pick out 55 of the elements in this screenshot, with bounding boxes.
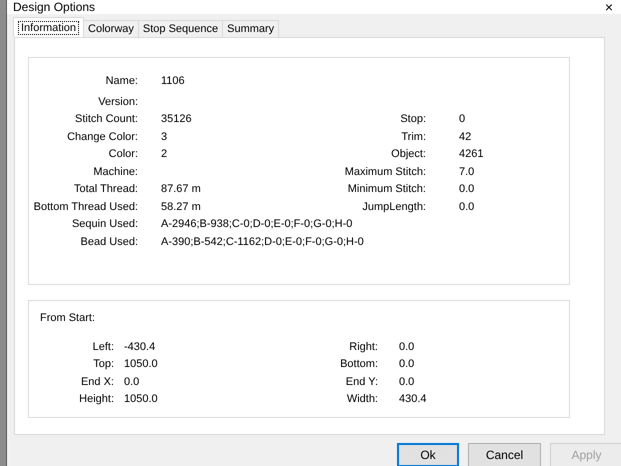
- field-value: 0: [458, 113, 466, 126]
- window-title: Design Options: [12, 1, 96, 14]
- field-value: 0.0: [398, 376, 414, 388]
- field-value: -430.4: [123, 340, 156, 353]
- field-value: 4261: [458, 148, 484, 160]
- field-label: Top:: [92, 358, 114, 370]
- field-label: Name:: [104, 75, 138, 87]
- field-label: Machine:: [92, 166, 138, 178]
- field-value: 87.67 m: [160, 183, 202, 196]
- group-title: From Start:: [39, 312, 96, 324]
- field-label: Change Color:: [66, 130, 138, 143]
- field-value: 35126: [160, 113, 193, 126]
- field-value: 1106: [160, 75, 185, 87]
- field-label: JumpLength:: [361, 200, 426, 213]
- field-value: 430.4: [398, 393, 427, 406]
- field-value: 7.0: [458, 166, 474, 178]
- field-label: End X:: [80, 376, 114, 388]
- field-label: End Y:: [344, 376, 378, 388]
- field-value: 0.0: [398, 340, 414, 353]
- dialog-button[interactable]: Cancel: [468, 443, 541, 466]
- field-label: Version:: [97, 96, 138, 108]
- field-value: 0.0: [123, 376, 140, 388]
- field-label: Total Thread:: [72, 183, 138, 196]
- field-label: Right:: [348, 340, 378, 353]
- field-value: 0.0: [458, 200, 474, 213]
- field-label: Bead Used:: [80, 236, 138, 248]
- field-label: Maximum Stitch:: [344, 166, 426, 178]
- field-value: 2: [160, 148, 168, 160]
- field-label: Bottom Thread Used:: [32, 200, 138, 213]
- field-label: Trim:: [400, 130, 426, 143]
- field-value: 0.0: [398, 358, 414, 370]
- field-value: 42: [458, 130, 472, 143]
- field-label: Height:: [78, 393, 114, 406]
- tab[interactable]: Colorway: [83, 20, 139, 37]
- tab[interactable]: Stop Sequence: [138, 20, 224, 37]
- close-button[interactable]: ×: [604, 0, 621, 14]
- tab[interactable]: Summary: [222, 20, 280, 37]
- field-label: Color:: [108, 148, 138, 160]
- field-value: 1050.0: [123, 393, 159, 406]
- field-value: 1050.0: [123, 358, 159, 370]
- dialog-button[interactable]: Ok: [397, 443, 459, 466]
- tab[interactable]: Information: [13, 17, 84, 37]
- field-label: Bottom:: [339, 358, 378, 370]
- field-label: Stitch Count:: [74, 113, 138, 126]
- field-value: 58.27 m: [160, 200, 202, 213]
- field-label: Sequin Used:: [70, 218, 138, 230]
- field-label: Object:: [390, 148, 426, 160]
- field-value: A-390;B-542;C-1162;D-0;E-0;F-0;G-0;H-0: [160, 236, 364, 248]
- field-label: Left:: [92, 340, 114, 353]
- field-label: Stop:: [399, 113, 426, 126]
- field-label: Minimum Stitch:: [346, 183, 426, 196]
- field-value: 3: [160, 130, 168, 143]
- field-value: A-2946;B-938;C-0;D-0;E-0;F-0;G-0;H-0: [160, 218, 352, 230]
- field-value: 0.0: [458, 183, 474, 196]
- field-label: Width:: [346, 393, 378, 406]
